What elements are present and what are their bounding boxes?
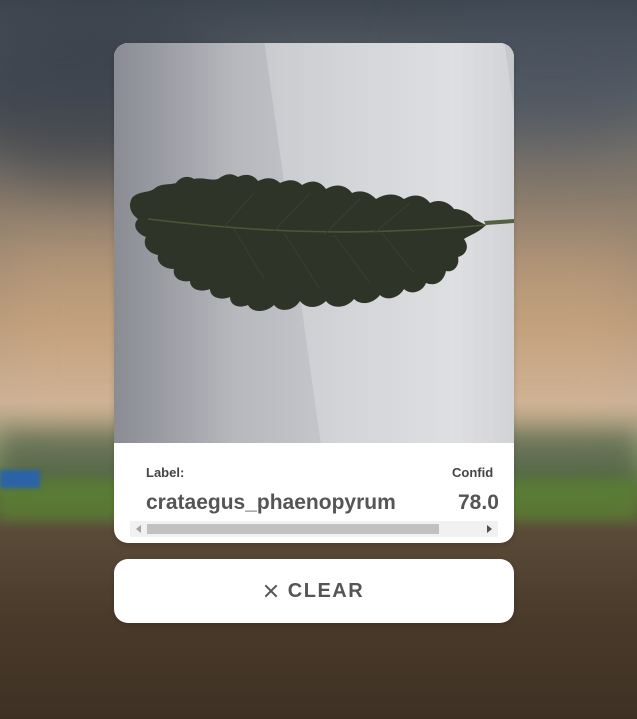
clear-button[interactable]: CLEAR xyxy=(114,559,514,623)
scrollbar-thumb[interactable] xyxy=(147,524,439,534)
label-title: Label: xyxy=(146,465,185,480)
confidence-title: Confid xyxy=(452,465,494,480)
label-value: crataegus_phaenopyrum xyxy=(146,491,396,514)
scroll-right-arrow-icon[interactable] xyxy=(487,525,492,533)
horizontal-scrollbar[interactable] xyxy=(130,521,498,537)
prediction-result: Label: crataegus_phaenopyrum Confid 78.0 xyxy=(114,443,514,543)
clear-button-label: CLEAR xyxy=(287,579,365,602)
close-icon xyxy=(264,584,278,598)
leaf-photo xyxy=(114,43,514,443)
scroll-left-arrow-icon[interactable] xyxy=(136,525,141,533)
result-scroll-area[interactable]: Label: crataegus_phaenopyrum Confid 78.0 xyxy=(130,459,498,521)
leaf-image xyxy=(130,174,514,311)
prediction-card: Label: crataegus_phaenopyrum Confid 78.0 xyxy=(114,43,514,543)
confidence-value: 78.0 xyxy=(458,491,498,514)
